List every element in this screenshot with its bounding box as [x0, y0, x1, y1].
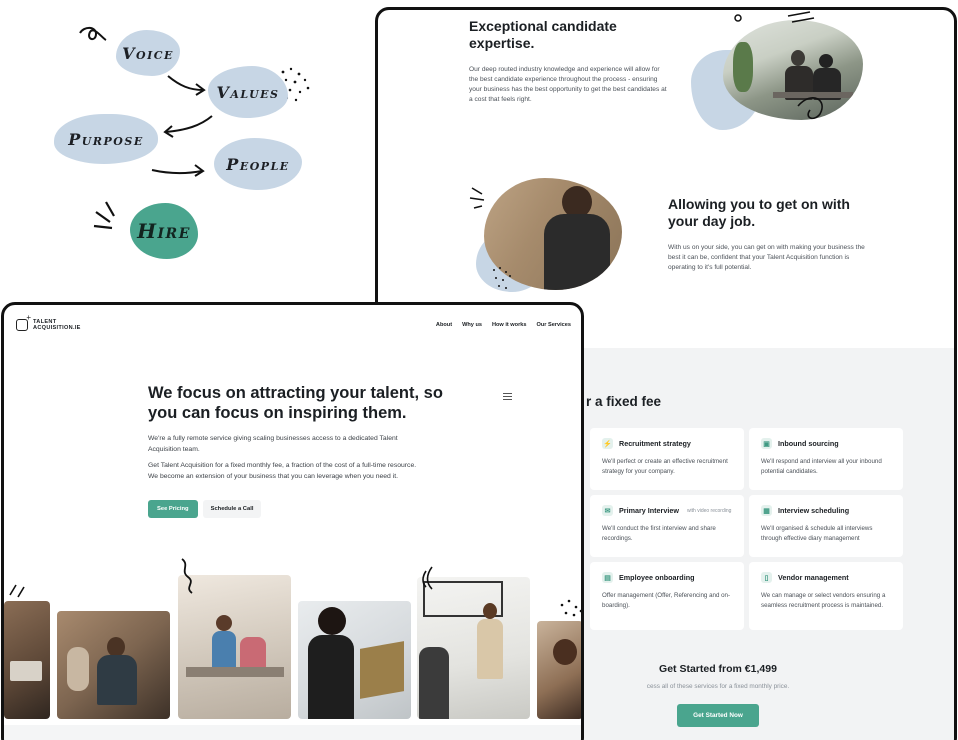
- nav-link-how-it-works[interactable]: How it works: [492, 322, 527, 328]
- get-started-button[interactable]: Get Started Now: [677, 704, 759, 727]
- see-pricing-button[interactable]: See Pricing: [148, 500, 198, 518]
- service-card-title: Vendor management: [778, 573, 849, 582]
- service-card-body: We'll organised & schedule all interview…: [761, 525, 873, 542]
- man-scribbles: [469, 187, 511, 289]
- site-logo[interactable]: TALENT ACQUISITION.IE: [16, 313, 93, 331]
- purpose-blob: Purpose: [54, 114, 158, 164]
- feature-expertise-body: Our deep routed industry knowledge and e…: [469, 66, 667, 103]
- inbox-icon: ▣: [761, 438, 772, 449]
- service-card-inbound-sourcing[interactable]: ▣ Inbound sourcing We'll respond and int…: [749, 428, 903, 490]
- service-card-vendor-management[interactable]: ▯ Vendor management We can manage or sel…: [749, 562, 903, 630]
- home-page-window: TALENT ACQUISITION.IE About Why us How i…: [1, 302, 584, 740]
- hero-paragraph-2: Get Talent Acquisition for a fixed month…: [148, 462, 417, 480]
- footer-strip: [4, 725, 581, 740]
- values-label: Values: [216, 82, 280, 102]
- book-icon: ▤: [602, 572, 613, 583]
- nav-link-why-us[interactable]: Why us: [462, 322, 482, 328]
- services-title: r a fixed fee: [586, 394, 662, 409]
- service-card-title: Employee onboarding: [619, 573, 695, 582]
- pricing-title: Get Started from €1,499: [659, 663, 777, 675]
- feature-expertise-title: Exceptional candidate expertise.: [469, 18, 617, 51]
- photo-man-partial: [537, 621, 581, 719]
- service-card-body: We'll conduct the first interview and sh…: [602, 525, 716, 542]
- service-card-body: We can manage or select vendors ensuring…: [761, 592, 886, 609]
- hire-blob: Hire: [130, 203, 198, 259]
- service-card-body: We'll respond and interview all your inb…: [761, 458, 882, 475]
- service-card-interview-scheduling[interactable]: ▦ Interview scheduling We'll organised &…: [749, 495, 903, 557]
- feature-day-job: Allowing you to get on with your day job…: [668, 196, 868, 273]
- voice-blob: Voice: [116, 30, 180, 76]
- service-card-primary-interview[interactable]: ✉ Primary Interview with video recording…: [590, 495, 744, 557]
- service-card-body: We'll perfect or create an effective rec…: [602, 458, 728, 475]
- logo-icon: [16, 313, 31, 331]
- chat-icon: ✉: [602, 505, 613, 516]
- service-card-title: Inbound sourcing: [778, 439, 839, 448]
- top-nav: TALENT ACQUISITION.IE About Why us How i…: [16, 313, 571, 335]
- nav-link-our-services[interactable]: Our Services: [536, 322, 571, 328]
- hero-paragraph-1: We're a fully remote service giving scal…: [148, 435, 398, 453]
- feature-expertise: Exceptional candidate expertise. Our dee…: [469, 18, 669, 105]
- pricing-subtitle: cess all of these services for a fixed m…: [646, 683, 790, 690]
- purpose-label: Purpose: [68, 129, 144, 149]
- calendar-icon: ▦: [761, 505, 772, 516]
- schedule-call-button[interactable]: Schedule a Call: [202, 500, 262, 518]
- people-label: People: [226, 154, 290, 174]
- menu-icon[interactable]: [503, 393, 512, 402]
- values-sketch: Voice Values Purpose People Hire: [0, 0, 380, 300]
- service-card-title: Recruitment strategy: [619, 439, 691, 448]
- hero-section: We focus on attracting your talent, so y…: [148, 383, 468, 518]
- service-card-tag: with video recording: [686, 507, 732, 514]
- hero-title: We focus on attracting your talent, so y…: [148, 384, 443, 422]
- lightning-icon: ⚡: [602, 438, 613, 449]
- voice-label: Voice: [122, 43, 174, 63]
- feature-day-job-body: With us on your side, you can get on wit…: [668, 244, 865, 271]
- service-card-body: Offer management (Offer, Referencing and…: [602, 592, 731, 609]
- service-card-recruitment-strategy[interactable]: ⚡ Recruitment strategy We'll perfect or …: [590, 428, 744, 490]
- service-card-title: Interview scheduling: [778, 506, 850, 515]
- pricing-block: Get Started from €1,499 cess all of thes…: [578, 663, 858, 727]
- photo-team-meeting: [57, 611, 170, 719]
- hire-label: Hire: [137, 219, 191, 243]
- meeting-scribbles: [734, 11, 823, 120]
- document-icon: ▯: [761, 572, 772, 583]
- service-card-employee-onboarding[interactable]: ▤ Employee onboarding Offer management (…: [590, 562, 744, 630]
- photo-strip-scribbles: [9, 558, 581, 617]
- nav-link-about[interactable]: About: [436, 322, 452, 328]
- values-blob: Values: [208, 66, 288, 118]
- service-card-title: Primary Interview: [619, 506, 679, 515]
- nav-links: About Why us How it works Our Services: [436, 322, 571, 328]
- feature-day-job-title: Allowing you to get on with your day job…: [668, 196, 850, 229]
- logo-text: TALENT ACQUISITION.IE: [33, 319, 81, 331]
